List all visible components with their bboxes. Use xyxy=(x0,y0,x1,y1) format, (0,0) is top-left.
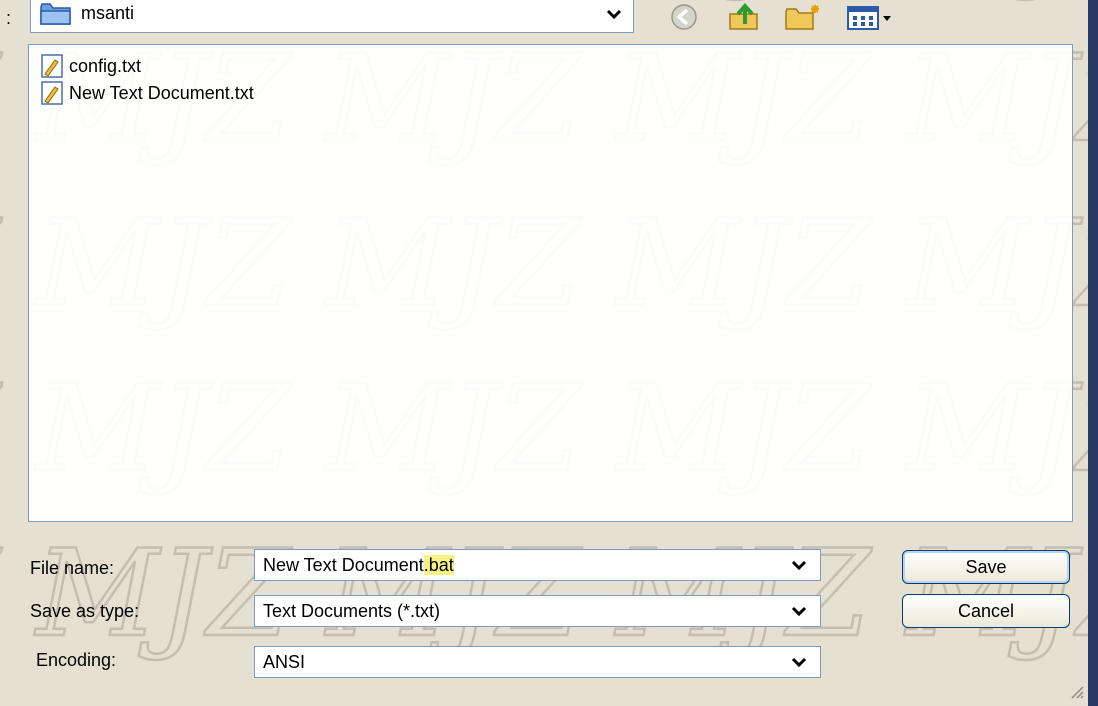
chevron-down-icon[interactable] xyxy=(784,649,814,675)
resize-grip-icon[interactable] xyxy=(1068,683,1084,704)
file-name: config.txt xyxy=(69,55,142,76)
file-name-base: New Text Document xyxy=(263,555,424,575)
encoding-label: Encoding: xyxy=(36,650,117,670)
file-name: New Text Document.txt xyxy=(69,82,254,103)
chevron-down-icon[interactable] xyxy=(784,598,814,624)
look-in-separator: : xyxy=(6,8,12,28)
new-folder-icon[interactable] xyxy=(783,2,823,32)
up-folder-icon[interactable] xyxy=(727,2,763,32)
save-as-dialog: MJZ : msanti xyxy=(0,0,1098,706)
chevron-down-icon[interactable] xyxy=(784,552,814,578)
cancel-button[interactable]: Cancel xyxy=(902,594,1070,628)
look-in-bar: : msanti xyxy=(0,0,1088,38)
encoding-value: ANSI xyxy=(263,652,306,672)
save-type-label: Save as type: xyxy=(30,601,140,621)
text-file-icon xyxy=(39,80,65,106)
file-name-value: New Text Document.bat xyxy=(263,555,454,576)
view-menu-icon[interactable] xyxy=(846,2,906,32)
folder-icon xyxy=(39,0,73,32)
file-list[interactable]: config.txt New Text Document.txt xyxy=(28,44,1073,522)
list-item[interactable]: New Text Document.txt xyxy=(39,80,254,106)
save-type-select[interactable]: Text Documents (*.txt) xyxy=(254,595,821,627)
encoding-select[interactable]: ANSI xyxy=(254,646,821,678)
look-in-combo[interactable]: msanti xyxy=(30,0,634,33)
file-name-extension: .bat xyxy=(423,555,454,575)
back-icon[interactable] xyxy=(668,2,700,32)
file-name-input[interactable]: New Text Document.bat xyxy=(254,549,821,581)
save-button[interactable]: Save xyxy=(902,550,1070,584)
text-file-icon xyxy=(39,53,65,79)
list-item[interactable]: config.txt xyxy=(39,53,141,79)
chevron-down-icon[interactable] xyxy=(599,1,629,27)
look-in-value: msanti xyxy=(81,3,135,23)
file-name-label: File name: xyxy=(30,558,115,578)
save-type-value: Text Documents (*.txt) xyxy=(263,601,441,621)
window-edge xyxy=(1088,0,1098,706)
